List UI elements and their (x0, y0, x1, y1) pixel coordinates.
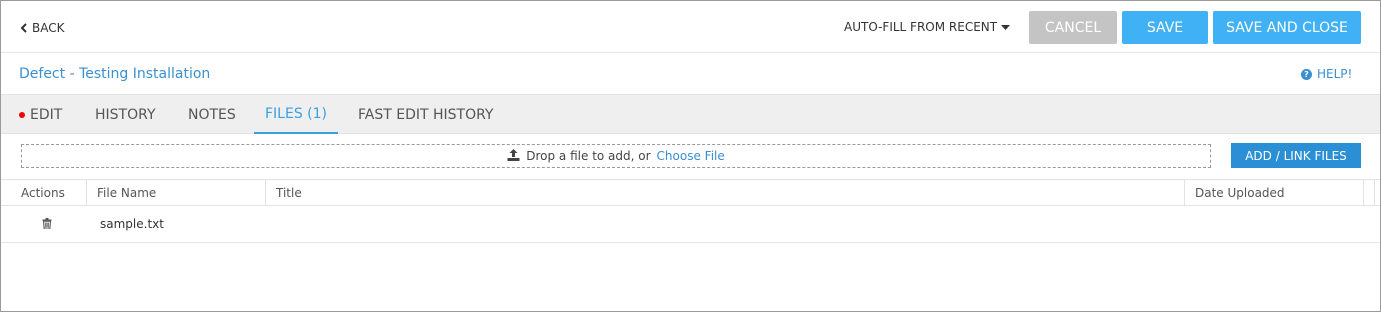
tab-bar: EDIT HISTORY NOTES FILES (1) FAST EDIT H… (1, 94, 1380, 134)
tab-edit[interactable]: EDIT (19, 95, 62, 134)
column-header-actions: Actions (1, 180, 87, 206)
chevron-left-icon (20, 23, 28, 33)
help-label: HELP! (1317, 67, 1353, 81)
title-row: Defect - Testing Installation ? HELP! (1, 54, 1380, 94)
drop-text: Drop a file to add, or (526, 149, 651, 163)
top-toolbar: BACK AUTO-FILL FROM RECENT CANCEL SAVE S… (1, 1, 1380, 53)
help-link[interactable]: ? HELP! (1301, 67, 1352, 81)
file-drop-zone[interactable]: Drop a file to add, or Choose File (21, 144, 1211, 168)
back-button[interactable]: BACK (20, 20, 64, 36)
save-button[interactable]: SAVE (1122, 11, 1208, 44)
autofill-label: AUTO-FILL FROM RECENT (844, 20, 998, 34)
edit-defect-window: BACK AUTO-FILL FROM RECENT CANCEL SAVE S… (0, 0, 1381, 312)
table-row: sample.txt (1, 206, 1380, 243)
cancel-button[interactable]: CANCEL (1029, 11, 1117, 44)
column-header-title[interactable]: Title (266, 180, 1185, 206)
upload-icon (507, 148, 520, 164)
file-name-cell[interactable]: sample.txt (100, 217, 164, 231)
trash-icon[interactable] (42, 218, 52, 233)
files-table-header: Actions File Name Title Date Uploaded (1, 179, 1380, 206)
autofill-dropdown[interactable]: AUTO-FILL FROM RECENT (844, 20, 1011, 34)
tab-files[interactable]: FILES (1) (254, 95, 338, 134)
tab-edit-label: EDIT (30, 106, 63, 123)
caret-down-icon (1001, 20, 1011, 34)
page-title: Defect - Testing Installation (19, 66, 211, 82)
add-link-files-button[interactable]: ADD / LINK FILES (1231, 143, 1361, 168)
tab-fast-edit-history[interactable]: FAST EDIT HISTORY (358, 95, 494, 134)
tab-history[interactable]: HISTORY (95, 95, 156, 134)
tab-notes[interactable]: NOTES (188, 95, 236, 134)
save-and-close-button[interactable]: SAVE AND CLOSE (1213, 11, 1361, 44)
question-icon: ? (1301, 68, 1312, 80)
column-header-date-uploaded[interactable]: Date Uploaded (1185, 180, 1364, 206)
column-header-spacer (1364, 180, 1375, 206)
back-label: BACK (32, 21, 65, 35)
column-header-file-name[interactable]: File Name (87, 180, 266, 206)
unsaved-dot-icon (19, 111, 25, 118)
choose-file-link[interactable]: Choose File (657, 149, 725, 163)
